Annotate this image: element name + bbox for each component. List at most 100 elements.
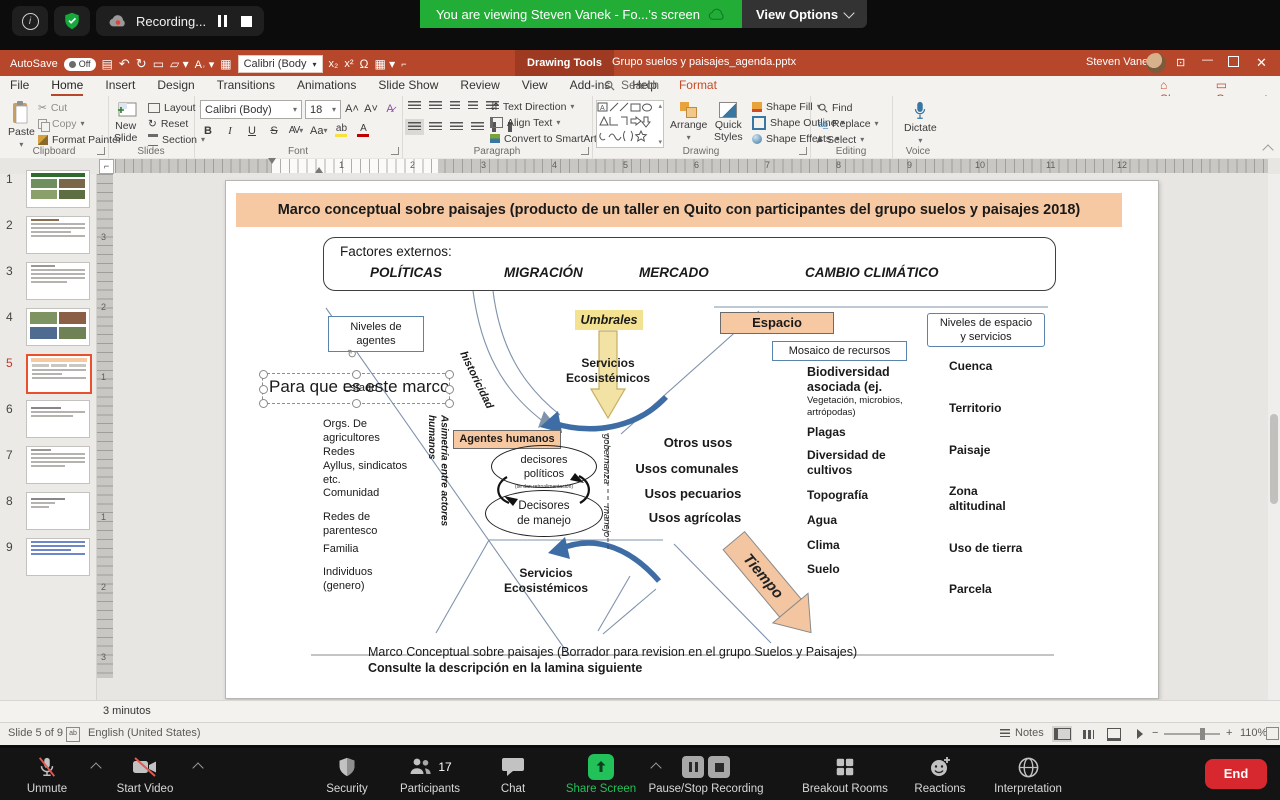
view-options-button[interactable]: View Options xyxy=(742,0,867,28)
participants-button[interactable]: 17 Participants xyxy=(388,754,472,795)
decrease-indent-icon[interactable] xyxy=(450,101,460,111)
resize-handle[interactable] xyxy=(352,370,361,379)
ribbon-display-options-icon[interactable]: ⊡ xyxy=(1176,56,1185,69)
rotate-handle[interactable]: ↻ xyxy=(347,347,357,362)
start-video-button[interactable]: Start Video xyxy=(104,754,186,795)
tab-design[interactable]: Design xyxy=(157,78,194,96)
align-center-icon[interactable] xyxy=(429,122,442,132)
change-case-button[interactable]: Aa▾ xyxy=(310,122,327,139)
text-direction-button[interactable]: ⇵Text Direction▾ xyxy=(490,99,605,114)
undo-icon[interactable]: ↶ xyxy=(119,56,130,72)
ellipse-decisores-politicos[interactable]: decisores políticos xyxy=(491,445,597,488)
tab-transitions[interactable]: Transitions xyxy=(217,78,275,96)
start-slideshow-icon[interactable]: ▭ xyxy=(153,57,164,71)
bullets-icon[interactable] xyxy=(408,101,421,111)
notes-text[interactable]: 3 minutos xyxy=(103,705,151,717)
convert-smartart-button[interactable]: Convert to SmartArt▾ xyxy=(490,131,605,146)
zoom-out-button[interactable]: − xyxy=(1152,727,1158,739)
align-left-icon[interactable] xyxy=(408,122,421,132)
language-status[interactable]: English (United States) xyxy=(88,727,201,739)
end-meeting-button[interactable]: End xyxy=(1205,759,1267,789)
character-spacing-button[interactable]: AV▾ xyxy=(288,122,304,139)
clear-formatting-button[interactable]: A̷ xyxy=(382,100,398,117)
tab-insert[interactable]: Insert xyxy=(105,78,135,96)
text-highlight-button[interactable]: ab xyxy=(333,122,349,139)
paragraph-dialog-launcher[interactable] xyxy=(581,147,589,155)
new-slide-button[interactable]: New Slide xyxy=(110,98,141,147)
stop-recording-button[interactable] xyxy=(241,16,252,27)
subscript-icon[interactable]: x₂ xyxy=(329,58,339,70)
avatar[interactable] xyxy=(1146,53,1166,73)
breakout-rooms-button[interactable]: Breakout Rooms xyxy=(788,754,902,795)
spell-check-icon[interactable]: ab xyxy=(66,727,80,742)
indent-marker-first[interactable] xyxy=(268,158,276,164)
ellipse-decisores-manejo[interactable]: Decisores de manejo xyxy=(485,490,603,537)
meeting-info-button[interactable]: i xyxy=(12,6,48,36)
espacio-box[interactable]: Espacio xyxy=(720,312,834,334)
zoom-slider[interactable] xyxy=(1164,733,1220,735)
quick-access-icon[interactable]: ▦ xyxy=(220,57,231,71)
close-icon[interactable]: ✕ xyxy=(1256,55,1267,71)
vertical-ruler[interactable]: 3 2 1 1 2 3 xyxy=(97,174,113,678)
thumbnail-slide-4[interactable]: 4 xyxy=(0,308,96,348)
pause-stop-recording-button[interactable]: Pause/Stop Recording xyxy=(630,754,782,795)
replace-button[interactable]: ab̲Replace▾ xyxy=(818,116,879,131)
tab-animations[interactable]: Animations xyxy=(297,78,356,96)
italic-button[interactable]: I xyxy=(222,122,238,139)
video-options-chevron[interactable] xyxy=(192,762,203,773)
tab-home[interactable]: Home xyxy=(51,78,83,96)
shape-gallery[interactable]: A ▴ ▾ xyxy=(596,100,664,148)
tab-slideshow[interactable]: Slide Show xyxy=(378,78,438,96)
slide-sorter-view-icon[interactable] xyxy=(1078,726,1098,742)
align-right-icon[interactable] xyxy=(450,122,463,132)
numbering-icon[interactable] xyxy=(429,101,442,111)
tab-file[interactable]: File xyxy=(10,78,29,96)
horizontal-ruler[interactable]: 1 2 3 4 5 6 7 8 9 10 11 12 xyxy=(115,159,1268,173)
slide-canvas[interactable]: Tiempo Marco conceptual sobre paisajes (… xyxy=(225,180,1159,699)
mosaico-recursos-box[interactable]: Mosaico de recursos xyxy=(772,341,907,361)
strikethrough-button[interactable]: S xyxy=(266,122,282,139)
security-shield-button[interactable] xyxy=(54,6,90,36)
underline-button[interactable]: U xyxy=(244,122,260,139)
font-color-button[interactable]: A xyxy=(355,122,371,139)
shrink-font-button[interactable]: A˅ xyxy=(363,100,379,117)
resize-handle[interactable] xyxy=(445,385,454,394)
resize-handle[interactable] xyxy=(259,399,268,408)
font-name-select[interactable]: Calibri (Body)▾ xyxy=(200,100,302,119)
niveles-espacio-box[interactable]: Niveles de espacio y servicios xyxy=(927,313,1045,347)
zoom-in-button[interactable]: + xyxy=(1226,727,1232,739)
resize-handle[interactable] xyxy=(259,370,268,379)
security-button[interactable]: Security xyxy=(310,754,384,795)
restore-icon[interactable] xyxy=(1228,56,1239,70)
tab-review[interactable]: Review xyxy=(460,78,499,96)
font-dialog-launcher[interactable] xyxy=(391,147,399,155)
redo-icon[interactable]: ↻ xyxy=(136,56,147,72)
superscript-icon[interactable]: x² xyxy=(344,58,353,70)
normal-view-icon[interactable] xyxy=(1052,726,1072,742)
clipboard-dialog-launcher[interactable] xyxy=(97,147,105,155)
pause-recording-button[interactable] xyxy=(218,15,227,27)
collapse-ribbon-icon[interactable] xyxy=(1262,144,1273,155)
resize-handle[interactable] xyxy=(259,385,268,394)
autosave-toggle[interactable]: Off xyxy=(64,58,96,71)
thumbnail-slide-5-selected[interactable]: 5 xyxy=(0,354,96,394)
drawing-dialog-launcher[interactable] xyxy=(799,147,807,155)
arrange-button[interactable]: Arrange▾ xyxy=(666,99,711,145)
justify-icon[interactable] xyxy=(471,122,484,132)
slide-counter[interactable]: Slide 5 of 9 xyxy=(8,727,63,739)
niveles-agentes-box[interactable]: Niveles de agentes xyxy=(328,316,424,352)
font-size-select[interactable]: 18▾ xyxy=(305,100,341,119)
slide-thumbnail-panel[interactable]: 1 2 3 4 5 6 7 xyxy=(0,174,97,700)
font-tool-icon[interactable]: A˒ ▾ xyxy=(195,58,215,71)
factores-externos-box[interactable]: Factores externos: POLÍTICAS MIGRACIÓN M… xyxy=(323,237,1056,291)
scrollbar-thumb[interactable] xyxy=(1270,414,1278,504)
interpretation-button[interactable]: Interpretation xyxy=(972,754,1084,795)
find-button[interactable]: Find xyxy=(818,100,879,115)
bold-button[interactable]: B xyxy=(200,122,216,139)
editing-text[interactable]: Para que es este marco xyxy=(269,376,449,398)
indent-marker-hanging[interactable] xyxy=(315,167,323,173)
thumbnail-slide-1[interactable]: 1 xyxy=(0,170,96,210)
grow-font-button[interactable]: A˄ xyxy=(344,100,360,117)
vertical-scrollbar[interactable] xyxy=(1268,174,1280,700)
fit-slide-icon[interactable] xyxy=(1266,727,1279,740)
